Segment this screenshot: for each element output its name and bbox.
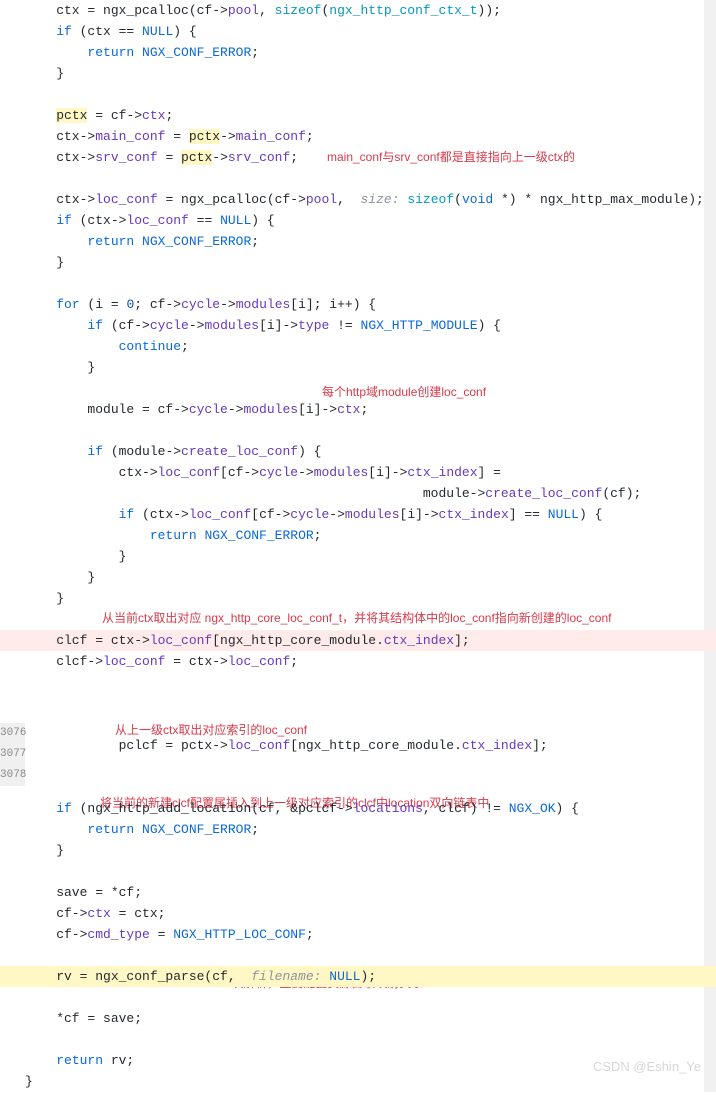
code-line [25, 756, 716, 777]
code-line: } [25, 63, 716, 84]
code-line [25, 273, 716, 294]
code-line: } [25, 357, 716, 378]
code-line: if (cf->cycle->modules[i]->type != NGX_H… [25, 315, 716, 336]
code-line: pclcf = pctx->loc_conf[ngx_http_core_mod… [25, 735, 716, 756]
code-line: continue; [25, 336, 716, 357]
code-line: return NGX_CONF_ERROR; [25, 42, 716, 63]
code-line: ctx = ngx_pcalloc(cf->pool, sizeof(ngx_h… [25, 0, 716, 21]
code-line [25, 861, 716, 882]
code-line: if (ctx == NULL) { [25, 21, 716, 42]
code-line [25, 672, 716, 693]
code-line-highlighted: clcf = ctx->loc_conf[ngx_http_core_modul… [0, 630, 716, 651]
line-number: 3077 [0, 744, 25, 765]
code-line [25, 693, 716, 714]
code-line-highlighted: rv = ngx_conf_parse(cf, filename: NULL); [0, 966, 716, 987]
code-line: if (ctx->loc_conf[cf->cycle->modules[i]-… [25, 504, 716, 525]
code-line [25, 1029, 716, 1050]
code-line [25, 609, 716, 630]
code-line: } [25, 588, 716, 609]
code-line: for (i = 0; cf->cycle->modules[i]; i++) … [25, 294, 716, 315]
code-line: module->create_loc_conf(cf); [25, 483, 716, 504]
code-line: return NGX_CONF_ERROR; [25, 231, 716, 252]
code-line: ctx->main_conf = pctx->main_conf; [25, 126, 716, 147]
line-number: 3078 [0, 765, 25, 786]
code-line: return NGX_CONF_ERROR; [25, 819, 716, 840]
code-line: } [25, 252, 716, 273]
code-line: if (ngx_http_add_location(cf, &pclcf->lo… [25, 798, 716, 819]
annotation-1: main_conf与srv_conf都是直接指向上一级ctx的 [327, 147, 575, 168]
code-line [25, 420, 716, 441]
code-viewer: ctx = ngx_pcalloc(cf->pool, sizeof(ngx_h… [0, 0, 716, 1092]
code-line: clcf->loc_conf = ctx->loc_conf; [25, 651, 716, 672]
code-line [25, 84, 716, 105]
line-number: 3076 [0, 723, 25, 744]
code-line: return NGX_CONF_ERROR; [25, 525, 716, 546]
code-line [25, 378, 716, 399]
watermark: CSDN @Eshin_Ye [593, 1056, 701, 1077]
code-line: } [25, 546, 716, 567]
code-line: save = *cf; [25, 882, 716, 903]
code-line: } [25, 840, 716, 861]
code-line: pctx = cf->ctx; [25, 105, 716, 126]
code-line: if (ctx->loc_conf == NULL) { [25, 210, 716, 231]
code-line: *cf = save; [25, 1008, 716, 1029]
code-line: ctx->loc_conf[cf->cycle->modules[i]->ctx… [25, 462, 716, 483]
code-line: cf->cmd_type = NGX_HTTP_LOC_CONF; [25, 924, 716, 945]
code-line: cf->ctx = ctx; [25, 903, 716, 924]
code-line [25, 777, 716, 798]
code-line [25, 987, 716, 1008]
code-line: ctx->loc_conf = ngx_pcalloc(cf->pool, si… [25, 189, 716, 210]
code-line [25, 714, 716, 735]
code-line [25, 945, 716, 966]
code-line: } [25, 567, 716, 588]
code-line: if (module->create_loc_conf) { [25, 441, 716, 462]
code-line [25, 168, 716, 189]
code-line: module = cf->cycle->modules[i]->ctx; [25, 399, 716, 420]
